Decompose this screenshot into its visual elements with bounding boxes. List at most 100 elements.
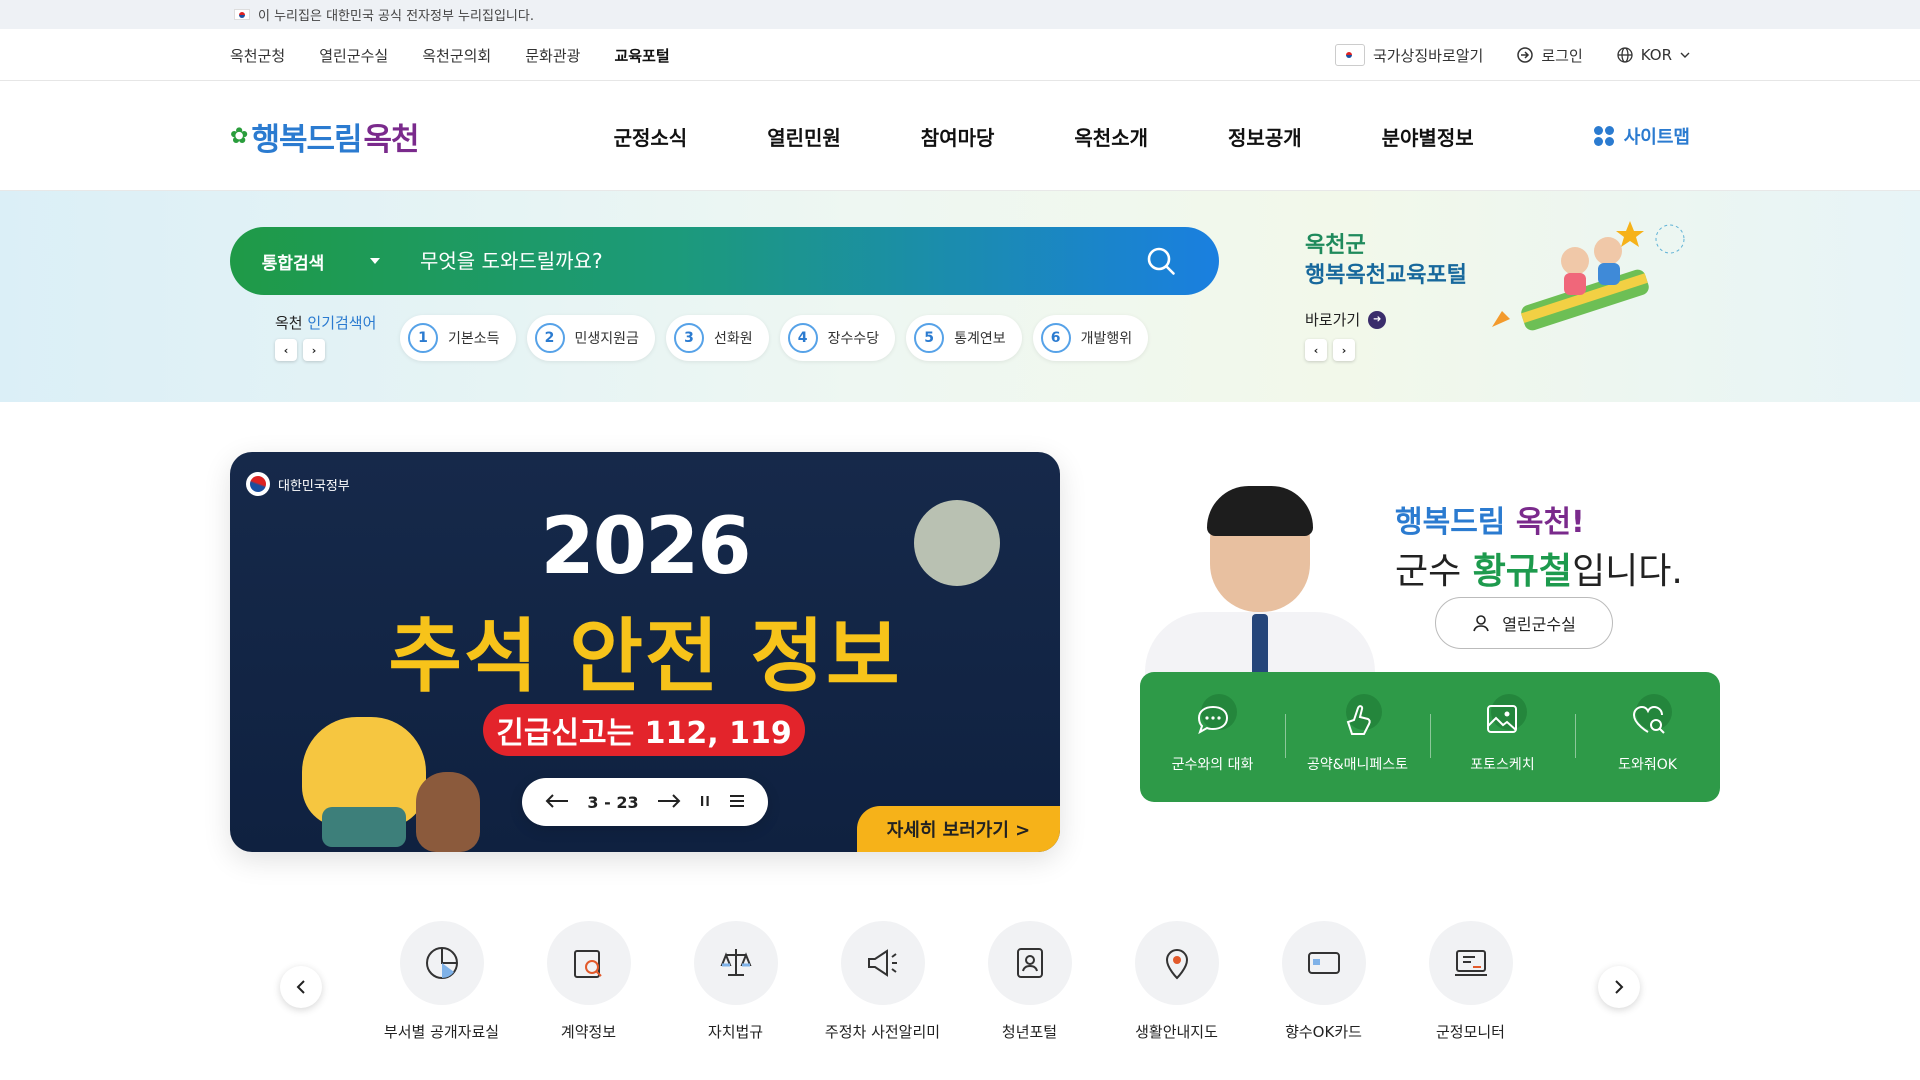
globe-icon — [1617, 47, 1633, 63]
quick-item-label: 청년포털 — [1001, 1023, 1058, 1041]
keyword-text: 선화원 — [713, 331, 753, 347]
id-card-icon — [1016, 948, 1043, 978]
keyword-item[interactable]: 3 선화원 — [665, 315, 769, 361]
mayor-link-photo[interactable]: 포토스케치 — [1430, 672, 1575, 802]
monitor-icon — [1454, 950, 1487, 976]
mayor-name: 황규철 — [1472, 551, 1573, 592]
banner-pager: 3 - 23 — [522, 778, 768, 826]
util-link-tourism[interactable]: 문화관광 — [525, 45, 580, 66]
banner-emergency-pill: 긴급신고는 112, 119 — [483, 704, 805, 756]
nav-civil[interactable]: 열린민원 — [767, 122, 841, 151]
keyword-item[interactable]: 5 통계연보 — [906, 315, 1022, 361]
card-icon — [1307, 952, 1340, 974]
login-link[interactable]: 로그인 — [1517, 45, 1583, 66]
gov-notice-bar: 이 누리집은 대한민국 공식 전자정부 누리집입니다. — [0, 0, 1920, 29]
util-link-county-office[interactable]: 옥천군청 — [230, 45, 285, 66]
mayor-greeting-1: 행복드림 옥천! — [1395, 497, 1585, 541]
util-link-council[interactable]: 옥천군의회 — [422, 45, 491, 66]
greeting-mayor-title: 군수 — [1395, 551, 1473, 592]
owl-character-illustration — [416, 772, 480, 852]
mayor-link-help[interactable]: 도와줘OK — [1575, 672, 1720, 802]
keyword-item[interactable]: 2 민생지원금 — [526, 315, 655, 361]
nav-participation[interactable]: 참여마당 — [921, 122, 995, 151]
banner-pause-button[interactable] — [699, 793, 711, 812]
quick-item-contract[interactable]: 계약정보 — [515, 921, 662, 1042]
quick-menu: 부서별 공개자료실 계약정보 자치법규 주정차 사전알리미 청년포털 생활안내지… — [0, 916, 1920, 1056]
keyword-rank: 6 — [1040, 323, 1071, 353]
nav-news[interactable]: 군정소식 — [614, 122, 688, 151]
mayor-link-label: 도와줘OK — [1618, 757, 1677, 773]
quick-item-label: 계약정보 — [560, 1023, 617, 1041]
quick-item-label: 군정모니터 — [1435, 1023, 1505, 1041]
search-scope-select[interactable]: 통합검색 — [230, 249, 412, 274]
arrow-right-icon: ➜ — [1368, 310, 1387, 329]
keyword-item[interactable]: 4 장수수당 — [779, 315, 896, 361]
util-link-mayor-office[interactable]: 열린군수실 — [319, 45, 388, 66]
search-scope-label: 통합검색 — [261, 253, 325, 274]
mayor-section: 행복드림 옥천! 군수 황규철입니다. 열린군수실 군수와의 대화 공약&매니페… — [1110, 422, 1720, 852]
promo-line-2: 행복옥천교육포털 — [1305, 263, 1467, 288]
quick-item-label: 생활안내지도 — [1135, 1023, 1218, 1041]
family-site-links: 옥천군청 열린군수실 옥천군의회 문화관광 교육포털 — [230, 45, 670, 66]
scales-icon — [720, 949, 751, 976]
keyword-item[interactable]: 1 기본소득 — [400, 315, 516, 361]
promo-next-button[interactable]: › — [1333, 339, 1355, 361]
mayor-link-dialogue[interactable]: 군수와의 대화 — [1140, 672, 1285, 802]
search-band: 통합검색 옥천 인기검색어 ‹ › 1 기본소득 2 민생지원금 3 선화원 4 장수수… — [0, 191, 1920, 402]
nav-info[interactable]: 정보공개 — [1228, 122, 1302, 151]
greeting-happy-dream: 행복드림 — [1395, 505, 1516, 540]
sitemap-label: 사이트맵 — [1623, 127, 1690, 148]
search-button[interactable] — [1129, 229, 1193, 293]
promo-prev-button[interactable]: ‹ — [1305, 339, 1327, 361]
keyword-text: 기본소득 — [448, 331, 500, 347]
banner-page-counter: 3 - 23 — [587, 792, 639, 812]
search-input[interactable] — [412, 249, 1129, 273]
nav-field-info[interactable]: 분야별정보 — [1382, 122, 1474, 151]
popular-nav: ‹ › — [275, 339, 325, 361]
promo-goto-link[interactable]: 바로가기 ➜ — [1305, 309, 1387, 330]
quick-item-map[interactable]: 생활안내지도 — [1103, 921, 1250, 1042]
chat-bubble-icon — [1197, 705, 1228, 735]
pie-chart-icon — [425, 947, 458, 979]
quick-item-youth[interactable]: 청년포털 — [956, 921, 1103, 1042]
banner-detail-button[interactable]: 자세히 보러가기 > — [857, 806, 1060, 852]
mayor-office-button[interactable]: 열린군수실 — [1435, 597, 1613, 649]
popular-prev-button[interactable]: ‹ — [275, 339, 297, 361]
quick-item-okcard[interactable]: 향수OK카드 — [1250, 921, 1397, 1042]
kids-pencil-illustration — [1492, 221, 1685, 331]
quick-item-monitor[interactable]: 군정모니터 — [1397, 921, 1544, 1042]
mayor-link-manifesto[interactable]: 공약&매니페스토 — [1285, 672, 1430, 802]
tiger-character-illustration — [302, 717, 426, 847]
quick-prev-button[interactable] — [280, 966, 322, 1008]
mayor-link-label: 군수와의 대화 — [1171, 757, 1254, 773]
popular-next-button[interactable]: › — [303, 339, 325, 361]
promo-goto-label: 바로가기 — [1305, 311, 1361, 329]
heart-search-icon — [1632, 705, 1665, 734]
quick-next-button[interactable] — [1598, 966, 1640, 1008]
quick-item-parking[interactable]: 주정차 사전알리미 — [809, 921, 956, 1042]
language-select[interactable]: KOR — [1617, 46, 1690, 64]
nav-about[interactable]: 옥천소개 — [1074, 122, 1148, 151]
banner-year: 2026 — [540, 502, 751, 592]
main-header: ✿ 행복드림 옥천 군정소식 열린민원 참여마당 옥천소개 정보공개 분야별정보… — [0, 81, 1920, 191]
greeting-okcheon: 옥천! — [1515, 505, 1585, 540]
quick-item-law[interactable]: 자치법규 — [662, 921, 809, 1042]
search-icon — [1147, 247, 1175, 275]
banner-next-button[interactable] — [657, 793, 681, 812]
promo-line-1: 옥천군 — [1305, 233, 1366, 258]
quick-item-label: 자치법규 — [707, 1023, 764, 1041]
keyword-rank: 3 — [673, 323, 704, 353]
gov-logo: 대한민국정부 — [246, 472, 350, 496]
education-portal-promo[interactable]: 옥천군 행복옥천교육포털 — [1305, 231, 1467, 291]
banner-prev-button[interactable] — [545, 793, 569, 812]
pinky-promise-icon — [1346, 705, 1371, 735]
util-link-education[interactable]: 교육포털 — [614, 45, 669, 66]
site-logo[interactable]: ✿ 행복드림 옥천 — [230, 114, 420, 159]
sitemap-button[interactable]: 사이트맵 — [1593, 123, 1690, 149]
keyword-item[interactable]: 6 개발행위 — [1032, 315, 1149, 361]
promo-nav: ‹ › — [1305, 339, 1355, 361]
quick-item-dept-data[interactable]: 부서별 공개자료실 — [368, 921, 515, 1042]
national-symbol-link[interactable]: 국가상징바로알기 — [1334, 44, 1483, 66]
popular-label: 인기검색어 — [307, 314, 377, 332]
banner-list-button[interactable] — [729, 793, 745, 812]
